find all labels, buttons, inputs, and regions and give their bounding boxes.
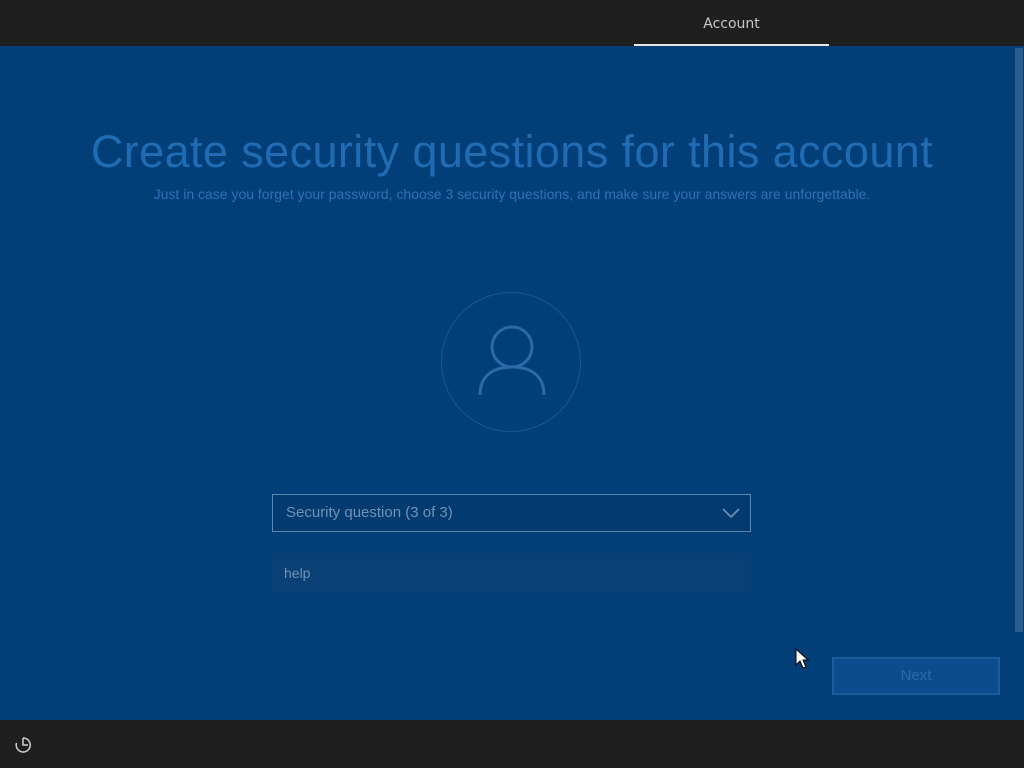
security-question-selected: Security question (3 of 3) <box>286 504 453 521</box>
scrollbar-thumb[interactable] <box>1015 48 1023 632</box>
accessibility-button[interactable] <box>12 734 34 756</box>
page-title: Create security questions for this accou… <box>90 126 934 177</box>
bottom-bar <box>0 720 1024 768</box>
tab-account[interactable]: Account <box>634 0 829 46</box>
security-question-dropdown[interactable]: Security question (3 of 3) <box>272 494 751 532</box>
setup-page: Create security questions for this accou… <box>0 46 1024 720</box>
avatar <box>441 292 581 432</box>
person-icon <box>478 325 546 396</box>
next-button[interactable]: Next <box>832 657 1000 695</box>
avatar-caption-placeholder <box>431 414 591 424</box>
top-bar: Account <box>0 0 1024 46</box>
security-answer-input[interactable] <box>272 553 751 593</box>
chevron-down-icon <box>722 508 740 519</box>
accessibility-icon <box>15 737 31 753</box>
page-subtitle: Just in case you forget your password, c… <box>153 186 871 202</box>
mouse-pointer-icon <box>795 648 809 669</box>
scrollbar[interactable] <box>1014 46 1024 720</box>
